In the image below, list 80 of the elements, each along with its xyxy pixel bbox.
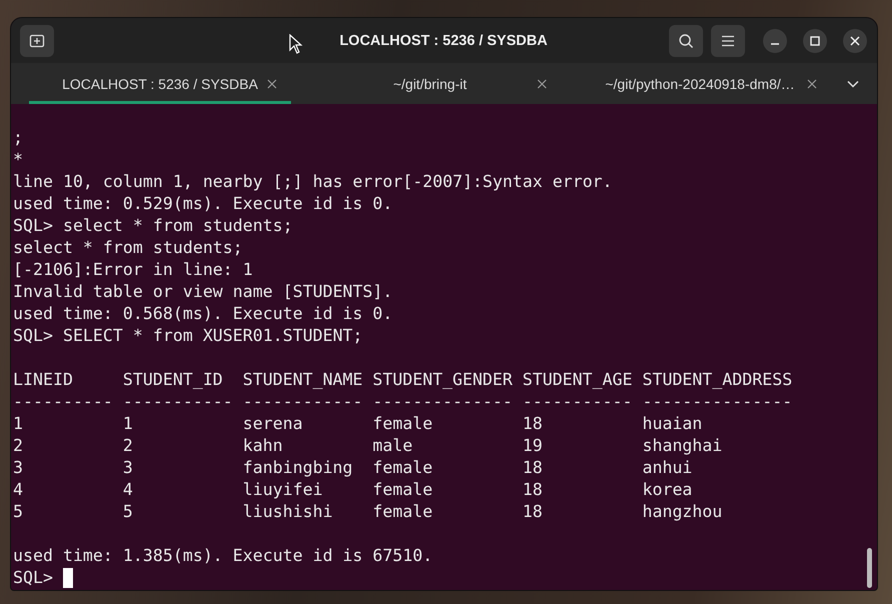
tab-label: ~/git/python-20240918-dm8/… bbox=[605, 76, 795, 92]
table-cell-text: 5 bbox=[13, 501, 24, 523]
terminal-line: ; bbox=[13, 127, 24, 149]
close-icon bbox=[850, 36, 860, 46]
maximize-icon bbox=[810, 36, 820, 46]
menu-button[interactable] bbox=[711, 24, 745, 56]
separator-dashes: --------------- bbox=[642, 391, 794, 413]
table-cell-text: 3 bbox=[13, 457, 24, 479]
chevron-down-icon[interactable] bbox=[847, 80, 859, 88]
table-cell-text: serena bbox=[242, 413, 304, 435]
table-cell-text: male bbox=[372, 435, 414, 457]
plus-box-icon bbox=[29, 32, 45, 48]
table-cell-text: 18 bbox=[522, 413, 544, 435]
close-tab-icon[interactable] bbox=[267, 78, 277, 88]
table-cell-text: anhui bbox=[642, 457, 694, 479]
table-cell-text: hangzhou bbox=[642, 501, 724, 523]
minimize-icon bbox=[770, 42, 780, 44]
terminal-line: used time: 0.568(ms). Execute id is 0. bbox=[13, 303, 394, 325]
scrollbar-thumb[interactable] bbox=[867, 548, 872, 588]
table-cell-text: 2 bbox=[122, 435, 134, 457]
table-cell-text: fanbingbing bbox=[242, 457, 354, 479]
sql-prompt: SQL> bbox=[13, 567, 53, 589]
column-header: STUDENT_ADDRESS bbox=[642, 369, 794, 391]
table-cell-text: korea bbox=[642, 479, 694, 501]
table-cell-text: 18 bbox=[522, 457, 544, 479]
table-cell-text: female bbox=[372, 457, 434, 479]
column-header: STUDENT_ID bbox=[122, 369, 224, 391]
search-button[interactable] bbox=[669, 24, 703, 56]
column-header: LINEID bbox=[13, 369, 74, 391]
terminal-line: SQL> SELECT * from XUSER01.STUDENT; bbox=[13, 325, 364, 347]
table-cell-text: 4 bbox=[122, 479, 134, 501]
table-cell-text: 2 bbox=[13, 435, 24, 457]
window-title: LOCALHOST : 5236 / SYSDBA bbox=[340, 32, 548, 48]
table-cell-text: 18 bbox=[522, 501, 544, 523]
close-button[interactable] bbox=[843, 28, 867, 52]
table-cell-text: shanghai bbox=[642, 435, 724, 457]
table-cell-text: 3 bbox=[122, 457, 134, 479]
table-cell-text: female bbox=[372, 413, 434, 435]
column-header: STUDENT_NAME bbox=[242, 369, 364, 391]
terminal-line: [-2106]:Error in line: 1 bbox=[13, 259, 254, 281]
column-header: STUDENT_GENDER bbox=[372, 369, 514, 391]
terminal-line: line 10, column 1, nearby [;] has error[-2007]:Syntax error. bbox=[13, 171, 614, 193]
search-icon bbox=[678, 32, 694, 48]
separator-dashes: -------------- bbox=[372, 391, 514, 413]
table-cell-text: liushishi bbox=[242, 501, 334, 523]
tab-label: ~/git/bring-it bbox=[393, 76, 467, 92]
tab[interactable]: LOCALHOST : 5236 / SYSDBA bbox=[29, 63, 291, 104]
table-cell-text: 1 bbox=[122, 413, 134, 435]
table-cell-text: female bbox=[372, 501, 434, 523]
separator-dashes: ---------- bbox=[13, 391, 114, 413]
close-tab-icon[interactable] bbox=[807, 78, 817, 88]
table-cell-text: 5 bbox=[122, 501, 134, 523]
tab-label: LOCALHOST : 5236 / SYSDBA bbox=[62, 76, 258, 92]
table-cell-text: huaian bbox=[642, 413, 704, 435]
tab[interactable]: ~/git/python-20240918-dm8/… bbox=[569, 63, 831, 104]
terminal-line: used time: 1.385(ms). Execute id is 67510. bbox=[13, 545, 434, 567]
column-header: STUDENT_AGE bbox=[522, 369, 634, 391]
table-cell-text: 19 bbox=[522, 435, 544, 457]
table-cell-text: 18 bbox=[522, 479, 544, 501]
menu-icon bbox=[721, 34, 735, 46]
separator-dashes: ----------- bbox=[122, 391, 234, 413]
maximize-button[interactable] bbox=[803, 28, 827, 52]
new-tab-button[interactable] bbox=[20, 24, 54, 56]
terminal-line: used time: 0.529(ms). Execute id is 0. bbox=[13, 193, 394, 215]
separator-dashes: ------------ bbox=[242, 391, 364, 413]
terminal-line: Invalid table or view name [STUDENTS]. bbox=[13, 281, 394, 303]
terminal-line: SQL> select * from students; bbox=[13, 215, 294, 237]
tab[interactable]: ~/git/bring-it bbox=[299, 63, 561, 104]
terminal-line: * bbox=[13, 149, 24, 171]
terminal-line: select * from students; bbox=[13, 237, 244, 259]
table-cell-text: 1 bbox=[13, 413, 24, 435]
table-cell-text: kahn bbox=[242, 435, 284, 457]
table-cell-text: 4 bbox=[13, 479, 24, 501]
close-tab-icon[interactable] bbox=[537, 78, 547, 88]
table-cell-text: liuyifei bbox=[242, 479, 324, 501]
text-cursor bbox=[62, 568, 73, 588]
table-cell-text: female bbox=[372, 479, 434, 501]
separator-dashes: ----------- bbox=[522, 391, 634, 413]
mouse-pointer-icon bbox=[289, 34, 303, 54]
minimize-button[interactable] bbox=[763, 28, 787, 52]
